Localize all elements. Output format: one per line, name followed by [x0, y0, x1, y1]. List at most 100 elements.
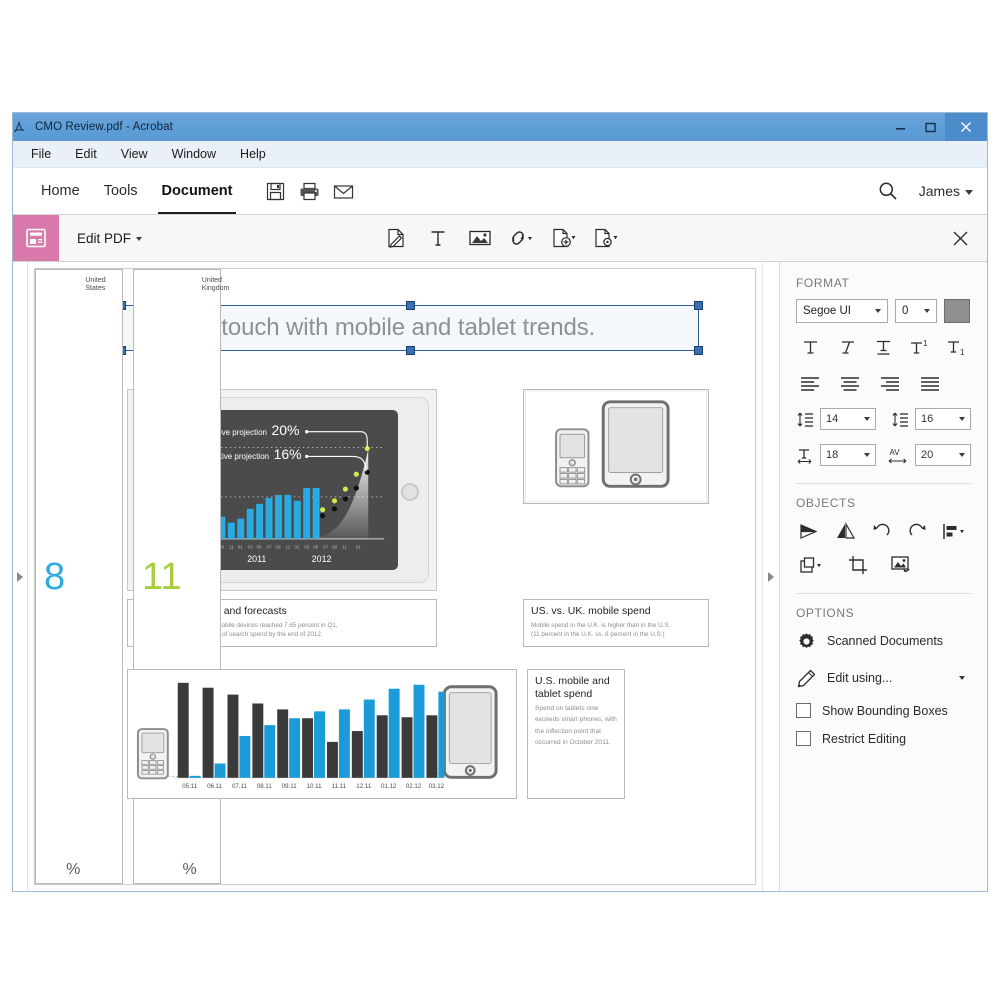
- mobile-vs-tablet-chart[interactable]: 05.11 06.11 07.11 08.11 09.11 10.11 11.11 12.…: [127, 669, 517, 799]
- restrict-editing-checkbox[interactable]: [796, 731, 811, 746]
- resize-handle-top-center[interactable]: [406, 301, 415, 310]
- format-section-title: FORMAT: [796, 276, 850, 290]
- resize-handle-top-right[interactable]: [694, 301, 703, 310]
- resize-handle-bottom-center[interactable]: [406, 346, 415, 355]
- pencil-icon: [796, 666, 816, 690]
- align-justify-icon[interactable]: [916, 371, 944, 395]
- nav-right-group: James: [871, 168, 973, 214]
- menu-item-file[interactable]: File: [31, 147, 51, 161]
- replace-image-icon[interactable]: [888, 553, 916, 577]
- crop-icon[interactable]: [844, 553, 872, 577]
- right-panel-toggle[interactable]: [762, 262, 779, 891]
- menu-item-view[interactable]: View: [121, 147, 148, 161]
- underline-text-icon[interactable]: [870, 335, 898, 359]
- maximize-button[interactable]: [915, 113, 945, 141]
- edit-pdf-title[interactable]: Edit PDF: [77, 230, 143, 246]
- close-button[interactable]: [945, 113, 987, 141]
- caption-title: US. vs. UK. mobile spend: [531, 605, 651, 617]
- print-icon[interactable]: [292, 176, 326, 206]
- chevron-down-icon[interactable]: [959, 676, 965, 680]
- font-color-swatch[interactable]: [944, 299, 970, 323]
- add-text-icon[interactable]: [423, 223, 453, 253]
- alignment-row: [796, 371, 971, 395]
- show-bounding-boxes-checkbox[interactable]: [796, 703, 811, 718]
- resize-handle-bottom-right[interactable]: [694, 346, 703, 355]
- link-icon[interactable]: [507, 223, 537, 253]
- devices-illustration[interactable]: [523, 389, 709, 504]
- align-center-icon[interactable]: [836, 371, 864, 395]
- chevron-down-icon: [864, 453, 870, 457]
- paragraph-spacing-icon: [891, 407, 909, 431]
- svg-text:08.11: 08.11: [257, 783, 273, 790]
- svg-text:01: 01: [294, 544, 300, 549]
- superscript-icon[interactable]: 1: [906, 335, 934, 359]
- main-navigation: Home Tools Document James: [13, 168, 987, 215]
- option-label: Restrict Editing: [822, 731, 907, 746]
- svg-text:2012: 2012: [312, 554, 332, 564]
- add-page-icon[interactable]: [549, 223, 579, 253]
- user-menu[interactable]: James: [919, 183, 973, 199]
- option-label: Scanned Documents: [827, 634, 944, 648]
- font-family-select[interactable]: Segoe UI: [796, 299, 888, 323]
- tab-tools[interactable]: Tools: [92, 168, 150, 214]
- flip-horizontal-icon[interactable]: [796, 519, 824, 543]
- page-settings-icon[interactable]: [591, 223, 621, 253]
- section-divider: [796, 593, 971, 594]
- option-edit-using[interactable]: Edit using...: [796, 666, 971, 690]
- svg-text:11: 11: [229, 544, 234, 549]
- edit-pdf-label: Edit PDF: [77, 230, 132, 246]
- font-controls-row: Segoe UI 0: [796, 299, 971, 323]
- bold-text-icon[interactable]: [796, 335, 824, 359]
- align-left-icon[interactable]: [796, 371, 824, 395]
- font-size-select[interactable]: 0: [895, 299, 937, 323]
- minimize-button[interactable]: [885, 113, 915, 141]
- chevron-down-icon: [959, 417, 965, 421]
- option-restrict-editing[interactable]: Restrict Editing: [796, 731, 971, 746]
- chevron-down-icon: [864, 417, 870, 421]
- save-icon[interactable]: [258, 176, 292, 206]
- rotate-clockwise-icon[interactable]: [903, 519, 931, 543]
- flip-vertical-icon[interactable]: [832, 519, 860, 543]
- paragraph-spacing-input[interactable]: 16: [915, 408, 971, 430]
- tab-home[interactable]: Home: [29, 168, 92, 214]
- edit-pdf-icon[interactable]: [13, 215, 59, 261]
- svg-text:07: 07: [266, 544, 272, 549]
- italic-text-icon[interactable]: [833, 335, 861, 359]
- document-viewer[interactable]: Keep in touch with mobile and tablet tre…: [28, 262, 762, 891]
- search-icon[interactable]: [871, 176, 905, 206]
- text-style-row: 1 1: [796, 335, 971, 359]
- svg-text:11.11: 11.11: [332, 783, 347, 790]
- option-scanned-documents[interactable]: Scanned Documents: [796, 629, 971, 653]
- svg-text:07: 07: [323, 544, 329, 549]
- horizontal-scale-input[interactable]: 18: [820, 444, 876, 466]
- left-panel-toggle[interactable]: [13, 262, 28, 891]
- svg-text:12.11: 12.11: [356, 783, 372, 790]
- email-icon[interactable]: [326, 176, 360, 206]
- arrange-icon[interactable]: [796, 553, 828, 577]
- align-right-icon[interactable]: [876, 371, 904, 395]
- caption-title: U.S. mobile and tablet spend: [535, 675, 610, 700]
- line-spacing-value: 14: [826, 413, 839, 425]
- line-spacing-input[interactable]: 14: [820, 408, 876, 430]
- option-label: Edit using...: [827, 671, 893, 685]
- menu-item-help[interactable]: Help: [240, 147, 266, 161]
- stat-country-us: United States: [85, 277, 106, 293]
- close-toolbar-button[interactable]: [952, 215, 969, 261]
- acrobat-window: CMO Review.pdf - Acrobat File Edit View …: [12, 112, 988, 892]
- rotate-counterclockwise-icon[interactable]: [868, 519, 896, 543]
- chevron-down-icon: [965, 189, 973, 195]
- workspace: Keep in touch with mobile and tablet tre…: [13, 262, 987, 891]
- tab-document[interactable]: Document: [150, 168, 245, 214]
- align-objects-icon[interactable]: [939, 519, 971, 543]
- character-spacing-input[interactable]: 20: [915, 444, 971, 466]
- add-image-icon[interactable]: [465, 223, 495, 253]
- acrobat-icon: [13, 120, 35, 134]
- objects-row-2: [796, 553, 971, 577]
- menu-item-window[interactable]: Window: [172, 147, 216, 161]
- subscript-icon[interactable]: 1: [943, 335, 971, 359]
- option-show-bounding-boxes[interactable]: Show Bounding Boxes: [796, 703, 971, 718]
- menu-item-edit[interactable]: Edit: [75, 147, 97, 161]
- svg-text:AV: AV: [889, 448, 900, 457]
- svg-text:01.12: 01.12: [381, 783, 397, 790]
- edit-document-icon[interactable]: [381, 223, 411, 253]
